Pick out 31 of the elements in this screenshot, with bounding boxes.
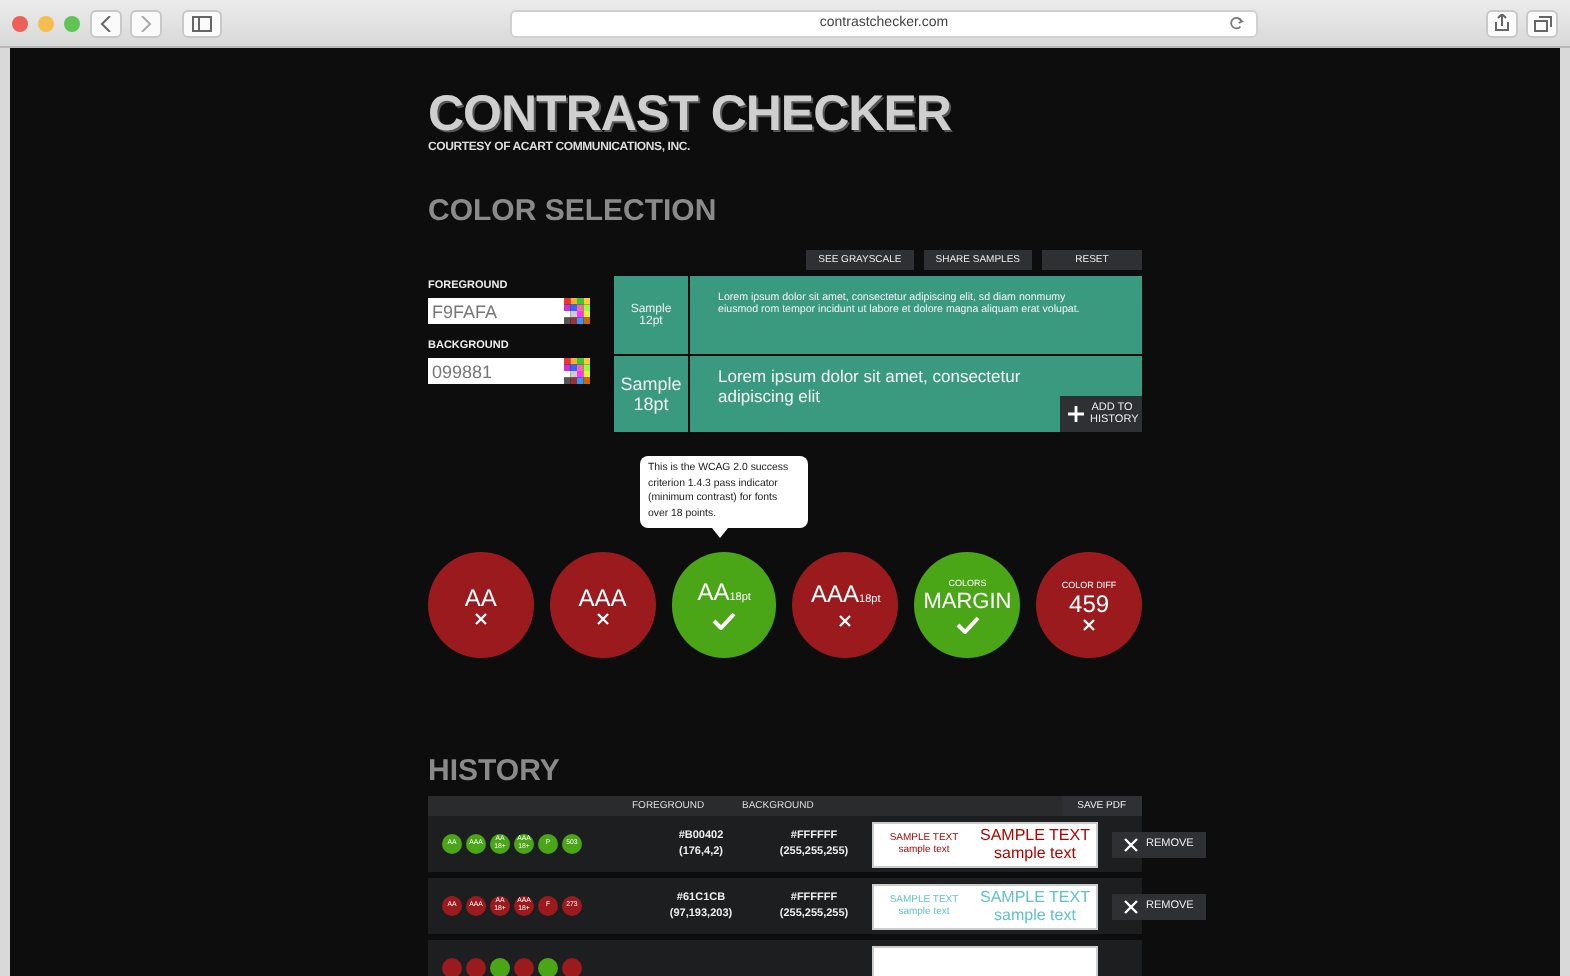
back-icon — [100, 15, 112, 31]
pass-indicator: AA — [428, 552, 534, 658]
back-button[interactable] — [90, 9, 122, 37]
sidebar-button[interactable] — [182, 9, 222, 37]
cross-icon — [595, 611, 610, 625]
sidebar-icon — [192, 15, 212, 31]
close-icon — [1124, 899, 1138, 913]
check-icon — [955, 615, 980, 633]
pass-indicator: AAA — [549, 552, 656, 658]
check-icon — [712, 612, 737, 630]
section-heading: COLOR SELECTION — [428, 194, 719, 230]
sample-text: Lorem ipsum dolor sit amet, consectetur adipiscing elit — [718, 366, 1021, 406]
cross-icon — [473, 611, 488, 625]
color-picker-icon[interactable] — [564, 358, 590, 384]
reload-icon[interactable] — [1230, 16, 1244, 30]
share-icon — [1494, 14, 1510, 32]
forward-icon — [140, 15, 152, 31]
share-button[interactable] — [1486, 9, 1518, 37]
close-icon — [1124, 837, 1138, 851]
hex-input[interactable]: F9FAFA — [428, 298, 564, 324]
cross-icon — [838, 614, 853, 628]
color-picker-icon[interactable] — [564, 298, 590, 324]
close-window-icon[interactable] — [12, 15, 28, 31]
section-heading: HISTORY — [428, 754, 562, 790]
tabs-icon — [1533, 15, 1551, 31]
plus-icon — [1068, 406, 1084, 422]
sample-size-label: Sample 18pt — [614, 356, 688, 432]
page-title: CONTRAST CHECKER — [428, 88, 953, 140]
hex-input[interactable]: 099881 — [428, 358, 564, 384]
cross-icon — [1082, 617, 1097, 631]
tabs-button[interactable] — [1526, 9, 1558, 37]
